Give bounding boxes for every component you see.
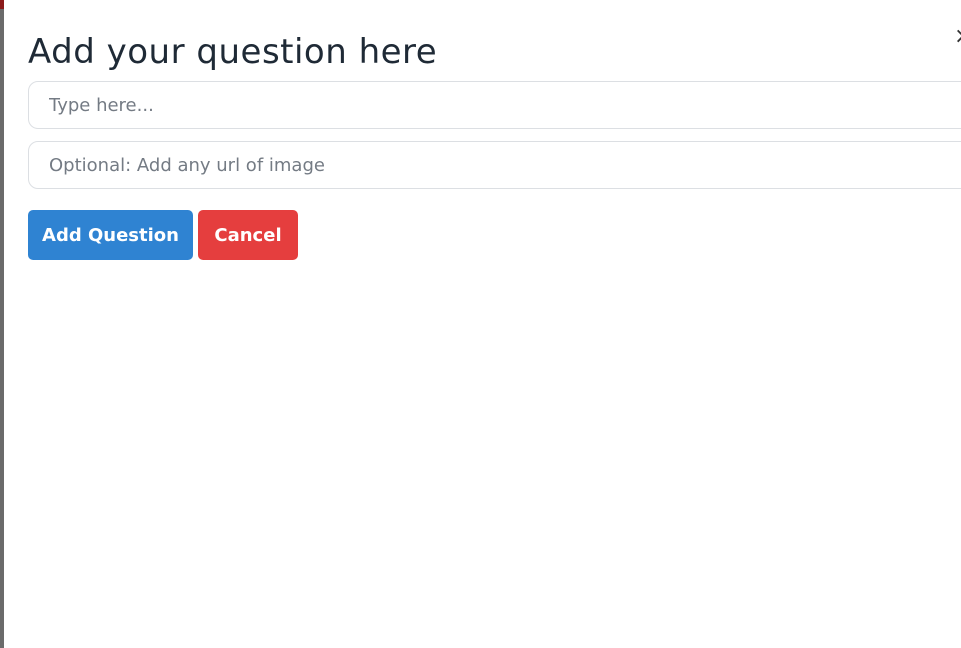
- question-input[interactable]: [28, 81, 961, 129]
- modal-title: Add your question here: [28, 32, 438, 72]
- add-question-button[interactable]: Add Question: [28, 210, 193, 260]
- image-url-input[interactable]: [28, 141, 961, 189]
- cancel-button[interactable]: Cancel: [198, 210, 298, 260]
- add-question-modal: Add your question here × Add Question Ca…: [4, 0, 961, 648]
- close-icon[interactable]: ×: [954, 26, 961, 48]
